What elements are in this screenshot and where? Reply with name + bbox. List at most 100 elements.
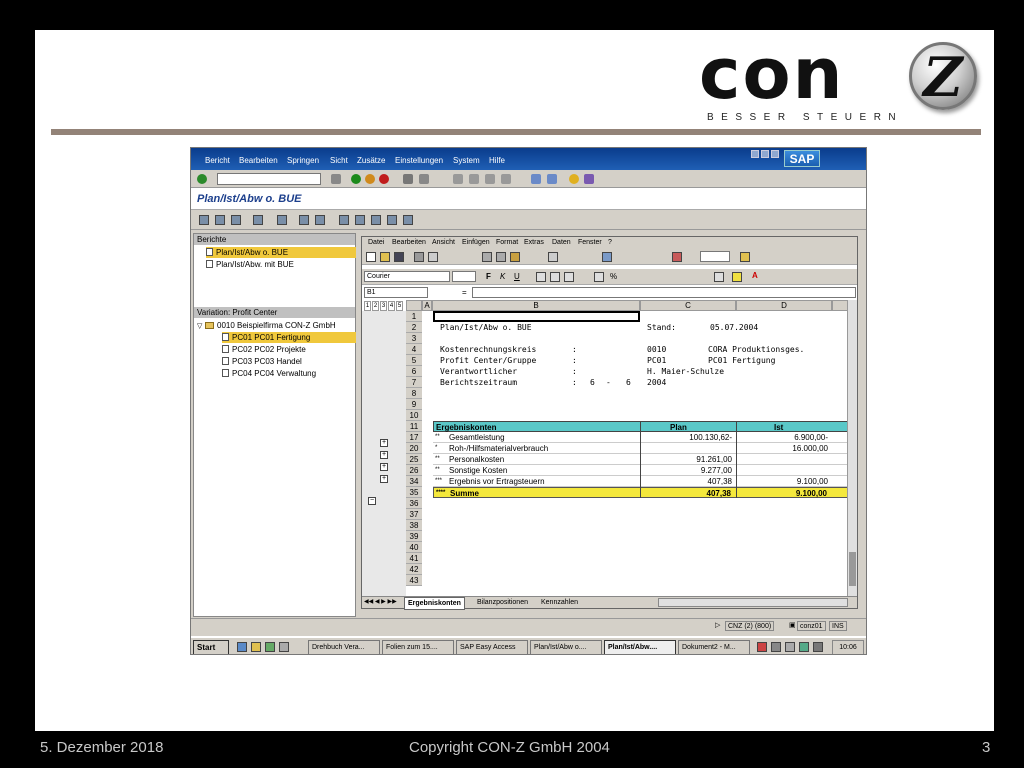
outline-level-4[interactable]: 4 (388, 301, 395, 311)
xmenu-help[interactable]: ? (608, 237, 612, 249)
formula-bar[interactable] (472, 287, 856, 298)
tray-icon[interactable] (799, 642, 809, 652)
task-sap-easy-access[interactable]: SAP Easy Access (456, 640, 528, 654)
save-icon[interactable] (394, 252, 404, 262)
help-icon[interactable] (569, 174, 579, 184)
cancel-icon[interactable] (379, 174, 389, 184)
sort-icon[interactable] (215, 215, 225, 225)
copy-icon[interactable] (496, 252, 506, 262)
outline-level-3[interactable]: 3 (380, 301, 387, 311)
preview-icon[interactable] (428, 252, 438, 262)
menu-zusaetze[interactable]: Zusätze (357, 156, 385, 165)
italic-icon[interactable]: K (500, 272, 505, 281)
bold-icon[interactable]: F (486, 272, 491, 281)
task-dokument2[interactable]: Dokument2 - M... (678, 640, 750, 654)
row-number[interactable]: 37 (406, 509, 422, 520)
tree-item-pc02[interactable]: PC02 PC02 Projekte (222, 344, 306, 355)
tab-bilanzpositionen[interactable]: Bilanzpositionen (474, 597, 531, 608)
row-number[interactable]: 43 (406, 575, 422, 586)
table-row[interactable]: ** Gesamtleistung 100.130,62- 6.900,00- (433, 432, 852, 443)
row-number[interactable]: 40 (406, 542, 422, 553)
enter-check-icon[interactable] (197, 174, 207, 184)
layout-icon[interactable] (277, 215, 287, 225)
command-field[interactable] (217, 173, 321, 185)
name-box[interactable]: B1 (364, 287, 428, 298)
scroll-thumb[interactable] (849, 552, 856, 586)
open-icon[interactable] (380, 252, 390, 262)
col-header-e[interactable] (832, 300, 848, 311)
cut-icon[interactable] (482, 252, 492, 262)
xmenu-einfuegen[interactable]: Einfügen (462, 237, 490, 249)
menu-bearbeiten[interactable]: Bearbeiten (239, 156, 278, 165)
row-number[interactable]: 2 (406, 322, 422, 333)
tree-collapse-icon[interactable]: ▽ (197, 321, 205, 332)
undo-icon[interactable] (548, 252, 558, 262)
fill-color-icon[interactable] (732, 272, 742, 282)
menu-springen[interactable]: Springen (287, 156, 319, 165)
hierarchy-icon[interactable] (199, 215, 209, 225)
table-row[interactable]: ** Sonstige Kosten 9.277,00 (433, 465, 852, 476)
report-item-plan-ist-mit-bue[interactable]: Plan/Ist/Abw. mit BUE (206, 259, 294, 270)
desktop-icon[interactable] (265, 642, 275, 652)
list-icon[interactable] (231, 215, 241, 225)
explorer-icon[interactable] (251, 642, 261, 652)
page-prev-icon[interactable] (469, 174, 479, 184)
vertical-scrollbar[interactable] (847, 300, 857, 596)
exit-icon[interactable] (365, 174, 375, 184)
print-preview-icon[interactable] (299, 215, 309, 225)
group-expand-icon[interactable]: + (380, 475, 388, 483)
outline-level-5[interactable]: 5 (396, 301, 403, 311)
percent-icon[interactable]: % (610, 272, 617, 281)
filter-icon[interactable] (253, 215, 263, 225)
minimize-icon[interactable] (751, 150, 759, 158)
chart-wizard-icon[interactable] (672, 252, 682, 262)
back-icon[interactable] (351, 174, 361, 184)
quicklaunch-icon[interactable] (279, 642, 289, 652)
col-header-a[interactable]: A (422, 300, 432, 311)
close-icon[interactable] (771, 150, 779, 158)
export-icon[interactable] (403, 215, 413, 225)
subtotal-icon[interactable] (315, 215, 325, 225)
font-color-icon[interactable]: A (752, 271, 758, 280)
menu-system[interactable]: System (453, 156, 480, 165)
currency-icon[interactable] (594, 272, 604, 282)
paste-icon[interactable] (510, 252, 520, 262)
row-number[interactable]: 42 (406, 564, 422, 575)
row-number[interactable]: 4 (406, 344, 422, 355)
row-number[interactable]: 6 (406, 366, 422, 377)
tree-item-pc03[interactable]: PC03 PC03 Handel (222, 356, 302, 367)
help-icon[interactable] (740, 252, 750, 262)
zoom-dropdown[interactable] (700, 251, 730, 262)
sum-row[interactable]: **** Summe 407,38 9.100,00 (433, 487, 852, 498)
col-header-d[interactable]: D (736, 300, 832, 311)
task-plan-ist-2[interactable]: Plan/Ist/Abw.... (604, 640, 676, 654)
table-row[interactable]: * Roh-/Hilfsmaterialverbrauch 16.000,00 (433, 443, 852, 454)
print-icon[interactable] (414, 252, 424, 262)
row-number[interactable]: 3 (406, 333, 422, 344)
outline-level-2[interactable]: 2 (372, 301, 379, 311)
col-header-c[interactable]: C (640, 300, 736, 311)
tab-ergebniskonten[interactable]: Ergebniskonten (404, 597, 465, 610)
row-number[interactable]: 10 (406, 410, 422, 421)
row-number[interactable]: 1 (406, 311, 422, 322)
table-row[interactable]: ** Personalkosten 91.261,00 (433, 454, 852, 465)
tray-icon[interactable] (757, 642, 767, 652)
row-number[interactable]: 38 (406, 520, 422, 531)
task-folien[interactable]: Folien zum 15.... (382, 640, 454, 654)
print-icon[interactable] (403, 174, 413, 184)
menu-bericht[interactable]: Bericht (205, 156, 230, 165)
tree-root[interactable]: ▽ 0010 Beispielfirma CON-Z GmbH (197, 320, 336, 332)
row-number[interactable]: 36 (406, 498, 422, 509)
row-number[interactable]: 17 (406, 432, 422, 443)
font-select[interactable]: Courier (364, 271, 450, 282)
xmenu-bearbeiten[interactable]: Bearbeiten (392, 237, 426, 249)
font-size-select[interactable] (452, 271, 476, 282)
maximize-icon[interactable] (761, 150, 769, 158)
xmenu-ansicht[interactable]: Ansicht (432, 237, 455, 249)
xmenu-daten[interactable]: Daten (552, 237, 571, 249)
row-number[interactable]: 39 (406, 531, 422, 542)
row-number[interactable]: 20 (406, 443, 422, 454)
expand-icon[interactable] (339, 215, 349, 225)
save-icon[interactable] (331, 174, 341, 184)
tree-item-pc01[interactable]: PC01 PC01 Fertigung (222, 332, 356, 343)
